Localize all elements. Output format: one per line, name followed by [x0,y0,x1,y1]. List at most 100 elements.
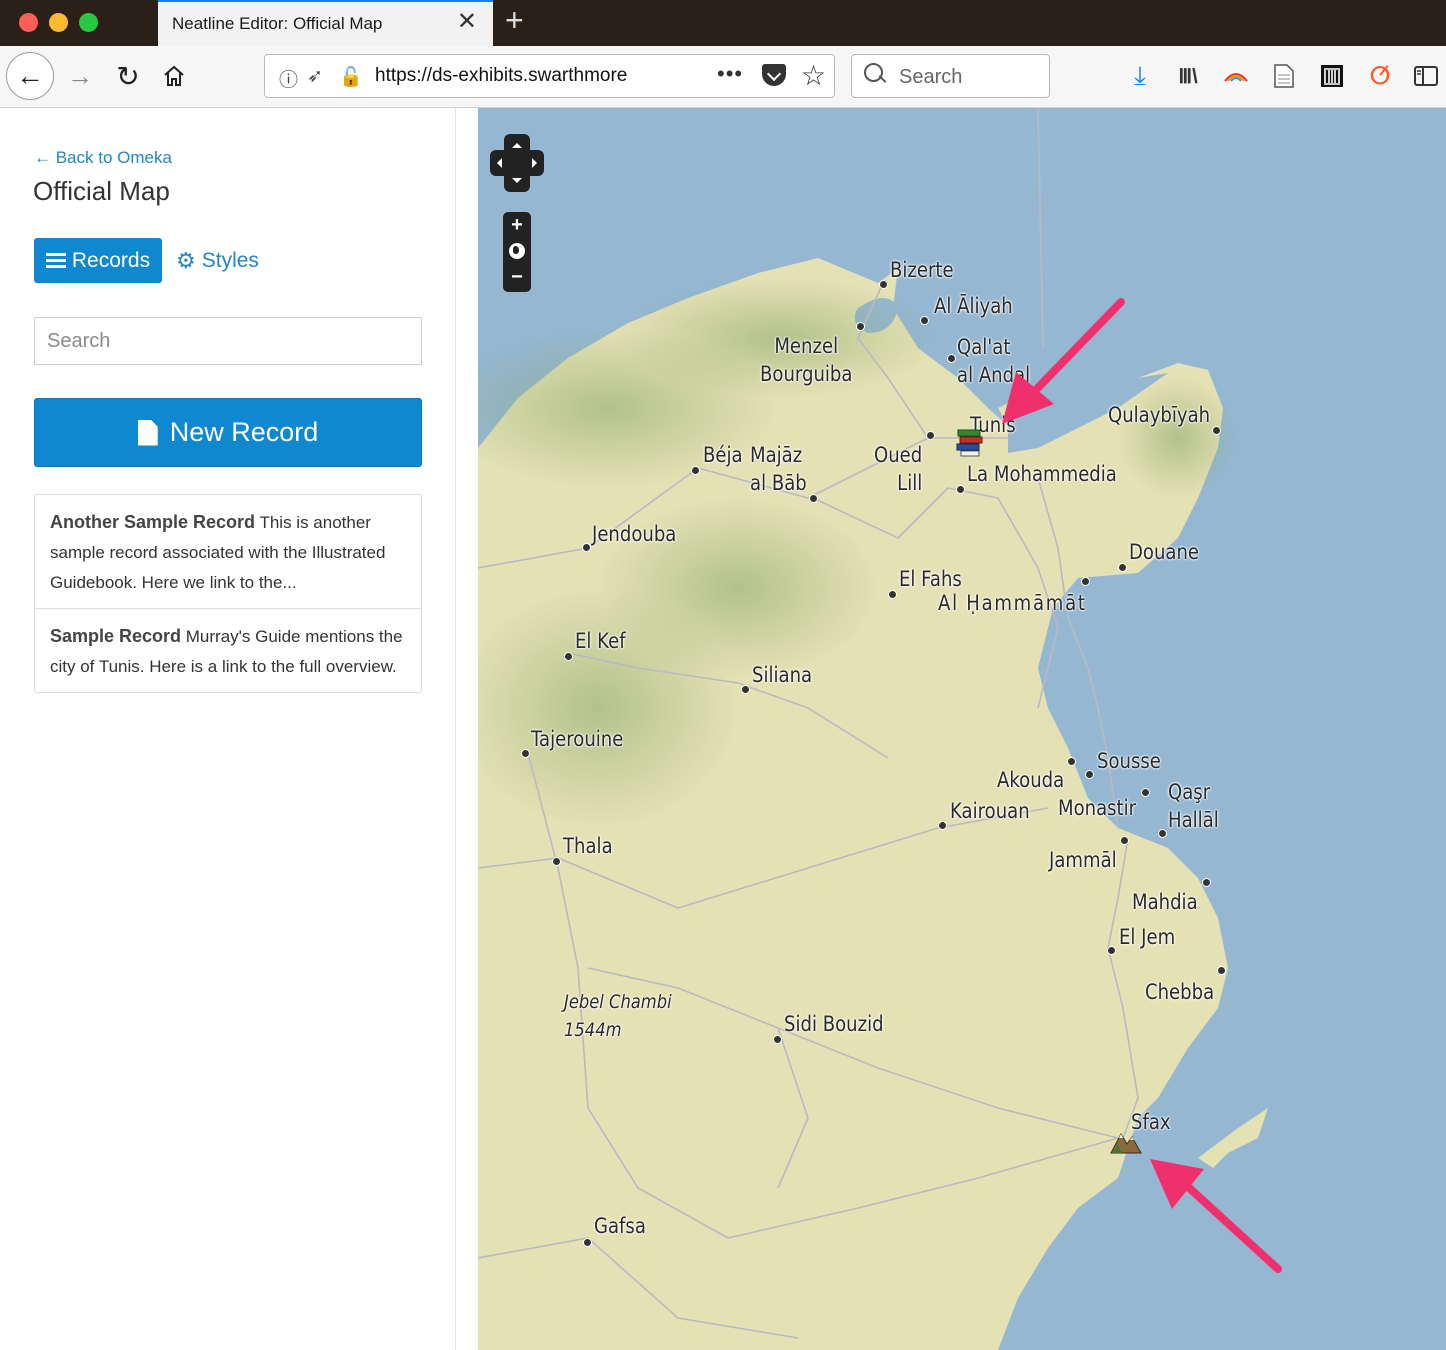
books-marker-icon[interactable] [956,426,986,458]
record-title: Sample Record [50,626,182,646]
extension-rainbow-icon[interactable] [1220,60,1252,92]
back-button[interactable]: ← [6,52,54,100]
tab-styles-label: Styles [201,248,259,272]
close-window-button[interactable] [19,13,38,32]
tab-styles[interactable]: ⚙ Styles [176,238,259,283]
insecure-lock-icon[interactable]: 🔓 [339,65,363,89]
map-label: Gafsa [594,1214,646,1238]
browser-tab-active[interactable]: Neatline Editor: Official Map ✕ [158,0,493,46]
city-dot [521,749,530,758]
new-record-button[interactable]: New Record [34,398,422,467]
new-record-label: New Record [169,417,319,447]
url-bar[interactable]: ⓘ ➶ 🔓 https://ds-exhibits.swarthmore •••… [264,54,835,98]
city-dot [691,466,700,475]
pocket-icon[interactable] [762,64,786,86]
search-placeholder: Search [899,66,963,88]
map-label: Majāz al Bāb [750,443,807,495]
city-dot [1118,563,1127,572]
back-to-omeka-link[interactable]: ← Back to Omeka [34,148,172,168]
url-text[interactable]: https://ds-exhibits.swarthmore [375,65,675,87]
gear-icon: ⚙ [176,247,196,273]
city-dot [1107,946,1116,955]
city-dot [564,652,573,661]
browser-search-bar[interactable]: Search [851,54,1050,98]
new-tab-icon[interactable]: + [505,4,524,36]
annotation-arrow-sfax [1150,1159,1282,1273]
city-dot [1067,757,1076,766]
forward-button[interactable]: → [62,52,98,100]
minimize-window-button[interactable] [49,13,68,32]
map-label: Mahdia [1132,890,1198,914]
archive-icon[interactable] [1316,60,1348,92]
home-button[interactable] [156,52,192,100]
map-label: Jammāl [1049,848,1117,872]
pan-left-icon[interactable] [492,158,502,168]
city-dot [552,857,561,866]
city-dot [1085,770,1094,779]
tab-title: Neatline Editor: Official Map [172,14,383,33]
city-dot [1202,878,1211,887]
info-icon[interactable]: ⓘ [279,65,298,92]
map-label: Monastir [1058,796,1137,820]
map-label: Siliana [752,663,813,687]
tracking-icon[interactable]: ➶ [307,65,323,88]
city-dot [888,590,897,599]
zoom-out-icon[interactable]: − [503,264,531,290]
bookmark-star-icon[interactable]: ☆ [801,59,826,92]
map-pan-control[interactable] [490,134,544,192]
city-dot [1120,836,1129,845]
page-actions-icon[interactable]: ••• [717,61,743,87]
annotation-arrow-tunis [1002,298,1125,424]
map-label: Douane [1129,540,1200,564]
record-title: Another Sample Record [50,512,256,532]
city-dot [1158,829,1167,838]
city-dot [1141,788,1150,797]
reload-button[interactable]: ↻ [110,52,146,100]
mountain-marker-icon[interactable] [1110,1128,1142,1154]
map-label: Al Ḥammāmāt [938,591,1087,615]
city-dot [920,316,929,325]
maximize-window-button[interactable] [79,13,98,32]
pan-right-icon[interactable] [532,158,542,168]
city-dot [582,543,591,552]
list-item[interactable]: Another Sample Record This is another sa… [35,495,421,608]
downloads-icon[interactable]: ⤓ [1124,60,1156,92]
zoom-world-button[interactable] [503,238,531,264]
city-dot [583,1238,592,1247]
search-icon [864,63,886,87]
reader-page-icon[interactable] [1268,60,1300,92]
city-dot [926,431,935,440]
map-label: Akouda [997,768,1065,792]
library-icon[interactable]: Ⅲ\ [1172,60,1204,92]
list-icon [45,252,66,269]
editor-panel: ← Back to Omeka Official Map Records ⚙ S… [0,108,456,1350]
map-label: El Kef [575,629,626,653]
city-dot [809,494,818,503]
globe-icon [509,243,525,259]
browser-tab-bar: Neatline Editor: Official Map ✕ + [0,0,1446,46]
city-dot [1081,577,1090,586]
map-label: Kairouan [950,799,1030,823]
list-item[interactable]: Sample Record Murray's Guide mentions th… [35,608,421,692]
map-label: Tajerouine [531,727,624,751]
zoom-in-icon[interactable]: + [503,212,531,238]
browser-toolbar: ← → ↻ ⓘ ➶ 🔓 https://ds-exhibits.swarthmo… [0,46,1446,108]
record-search-input[interactable] [34,317,422,365]
map-label: Sidi Bouzid [784,1012,884,1036]
extension-orange-icon[interactable]: ⵚ [1364,60,1396,92]
map-canvas[interactable]: + − Bizerte Al Āliyah Menzel Bourguiba Q… [478,108,1446,1350]
map-label: Oued Lill [874,443,923,495]
city-dot [856,322,865,331]
city-dot [879,280,888,289]
pan-down-icon[interactable] [512,178,522,188]
tab-records-label: Records [71,248,151,272]
map-label: La Mohammedia [967,462,1117,486]
city-dot [1212,426,1221,435]
sidebar-toggle-icon[interactable] [1410,60,1442,92]
map-label: Chebba [1145,980,1215,1004]
city-dot [956,485,965,494]
exhibit-title: Official Map [33,176,170,206]
tab-records[interactable]: Records [34,238,162,283]
close-tab-icon[interactable]: ✕ [457,10,477,34]
pan-up-icon[interactable] [512,138,522,148]
